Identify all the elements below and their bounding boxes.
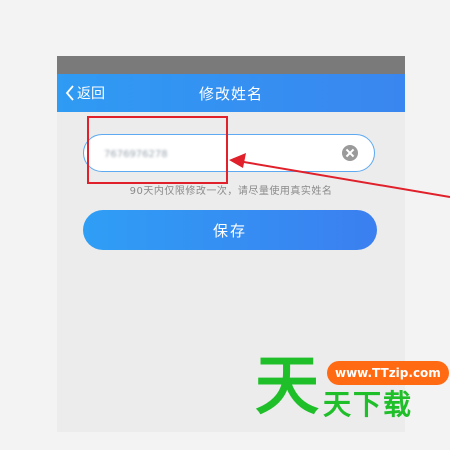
watermark-logo: 天 www.TTzip.com 天下载 (255, 355, 450, 425)
watermark-text: 天下载 (323, 388, 414, 421)
watermark-url: www.TTzip.com (327, 361, 449, 385)
screenshot-page: 返回 修改姓名 90天内仅限修改一次，请尽量使用真实姓名 保存 天 www.TT… (0, 0, 450, 450)
watermark-big-char: 天 (255, 350, 319, 424)
